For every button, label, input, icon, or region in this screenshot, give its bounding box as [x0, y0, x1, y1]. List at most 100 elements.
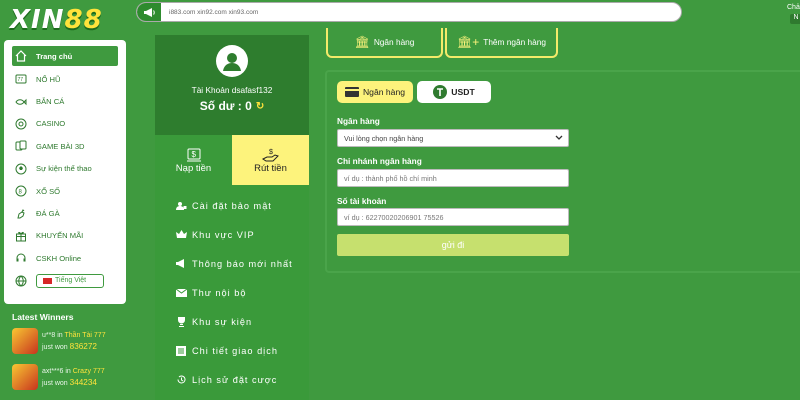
branch-input[interactable]: ví dụ : thành phố hồ chí minh [337, 169, 569, 187]
deposit-icon: $ [186, 148, 201, 161]
account-number-label: Số tài khoản [337, 196, 387, 206]
balance-text: Số dư : 0 [199, 99, 252, 113]
sidebar-item-label: NỔ HŨ [36, 74, 61, 84]
sidebar-item-label: ĐÁ GÀ [36, 209, 60, 219]
sidebar-item-cockfight[interactable]: ĐÁ GÀ [12, 202, 118, 224]
sidebar-item-label: Sự kiện thể thao [36, 164, 92, 174]
sidebar-item-label: XỔ SỐ [36, 186, 61, 196]
sidebar: Trang chủ 77 NỔ HŨ BẮN CÁ CASINO GAME BÀ… [4, 40, 126, 304]
menu-label: Thư nội bộ [192, 287, 247, 298]
latest-winners-title: Latest Winners [12, 312, 74, 322]
svg-text:$: $ [269, 149, 273, 156]
globe-icon [14, 274, 28, 288]
winner-game: Crazy 777 [72, 367, 105, 375]
sidebar-item-label: CASINO [36, 119, 66, 129]
game-thumbnail [12, 364, 38, 390]
winner-game: Thần Tài 777 [64, 331, 106, 339]
bank-select[interactable]: Vui lòng chọn ngân hàng [337, 129, 569, 147]
cards-icon [14, 139, 28, 153]
sidebar-item-support[interactable]: CSKH Online [12, 247, 118, 269]
branch-label: Chi nhánh ngân hàng [337, 156, 422, 166]
bank-select-value: Vui lòng chọn ngân hàng [344, 133, 424, 143]
menu-inbox[interactable]: Thư nội bộ [155, 278, 309, 307]
winner-won-label: just won [42, 379, 68, 387]
winner-won-label: just won [42, 343, 68, 351]
account-number-input[interactable]: ví dụ : 62270020206901 75526 [337, 208, 569, 226]
language-selector[interactable]: Tiếng Việt [36, 273, 104, 288]
sidebar-item-slots[interactable]: 77 NỔ HŨ [12, 68, 118, 90]
crown-icon [175, 229, 187, 241]
menu-security-settings[interactable]: Cài đặt bảo mật [155, 191, 309, 220]
deposit-label: Nạp tiền [175, 162, 212, 174]
tab-bank[interactable]: Ngân hàng [337, 81, 413, 103]
sidebar-item-promotions[interactable]: KHUYẾN MÃI [12, 225, 118, 247]
menu-vip-area[interactable]: Khu vực VIP [155, 220, 309, 249]
menu-transaction-details[interactable]: Chi tiết giao dịch [155, 336, 309, 365]
fish-icon [14, 95, 28, 109]
bank-icon: 🏛 [354, 35, 370, 49]
ball-icon [14, 162, 28, 176]
sidebar-item-label: GAME BÀI 3D [36, 141, 85, 151]
account-header: Tài Khoản dsafasf132 Số dư : 0 ↻ [155, 35, 309, 135]
winner-item: u**8 in Thần Tài 777 just won 836272 [12, 326, 132, 356]
account-name: Tài Khoản dsafasf132 [191, 85, 273, 95]
withdraw-label: Rút tiền [254, 162, 287, 174]
menu-label: Khu sự kiện [192, 316, 253, 327]
sidebar-item-label: BẮN CÁ [36, 97, 65, 107]
withdraw-button[interactable]: $ Rút tiền [232, 135, 309, 185]
menu-label: Lịch sử đặt cược [192, 374, 278, 385]
menu-label: Thông báo mới nhất [192, 258, 293, 269]
sidebar-item-casino[interactable]: CASINO [12, 113, 118, 135]
card-icon [344, 87, 359, 97]
sidebar-item-3d-cards[interactable]: GAME BÀI 3D [12, 135, 118, 157]
top-right-button[interactable]: N [790, 14, 800, 24]
language-label: Tiếng Việt [55, 277, 87, 285]
user-lock-icon [175, 200, 187, 212]
tab-usdt-label: USDT [451, 87, 475, 97]
sidebar-item-label: CSKH Online [36, 253, 82, 263]
svg-text:$: $ [191, 150, 196, 159]
menu-label: Khu vực VIP [192, 229, 255, 240]
add-bank-button[interactable]: 🏛+ Thêm ngân hàng [445, 28, 558, 58]
add-bank-icon: 🏛+ [457, 35, 480, 49]
chevron-down-icon [555, 134, 563, 143]
sidebar-item-lottery[interactable]: 8 XỔ SỐ [12, 180, 118, 202]
logo-text: XIN [10, 5, 65, 35]
casino-icon [14, 117, 28, 131]
account-balance: Số dư : 0 ↻ [200, 99, 264, 113]
menu-events[interactable]: Khu sự kiện [155, 307, 309, 336]
sidebar-item-fishing[interactable]: BẮN CÁ [12, 90, 118, 112]
megaphone-icon [137, 3, 161, 21]
support-icon [14, 251, 28, 265]
winner-amount: 836272 [69, 341, 97, 351]
user-icon [223, 53, 241, 71]
add-bank-label: Thêm ngân hàng [483, 37, 546, 47]
submit-button[interactable]: gửi đi [337, 234, 569, 256]
tab-usdt[interactable]: USDT [417, 81, 491, 103]
announcement-text: i883.com xin92.com xin93.com [169, 8, 259, 16]
trophy-icon [175, 316, 187, 328]
sidebar-item-home[interactable]: Trang chủ [12, 46, 118, 66]
lottery-icon: 8 [14, 184, 28, 198]
deposit-button[interactable]: $ Nạp tiền [155, 135, 232, 185]
menu-bet-history[interactable]: Lịch sử đặt cược [155, 365, 309, 394]
refresh-icon[interactable]: ↻ [256, 101, 264, 112]
rooster-icon [14, 207, 28, 221]
bank-button[interactable]: 🏛 Ngân hàng [326, 28, 443, 58]
account-panel: Tài Khoản dsafasf132 Số dư : 0 ↻ $ Nạp t… [155, 35, 309, 400]
winner-amount: 344234 [69, 377, 97, 387]
top-right-text: Chả [787, 4, 800, 11]
winner-user: axt***6 [42, 367, 64, 375]
slot-icon: 77 [14, 72, 28, 86]
menu-latest-announcements[interactable]: Thông báo mới nhất [155, 249, 309, 278]
sidebar-item-label: Trang chủ [36, 51, 73, 61]
mail-icon [175, 287, 187, 299]
bank-label: Ngân hàng [337, 116, 380, 126]
menu-label: Chi tiết giao dịch [192, 345, 278, 356]
brand-logo[interactable]: XIN88 [10, 4, 118, 36]
home-icon [14, 49, 28, 63]
bank-form-panel: Ngân hàng USDT Ngân hàng Vui lòng chọn n… [325, 70, 800, 273]
bank-button-label: Ngân hàng [373, 37, 415, 47]
tether-icon [433, 85, 448, 99]
sidebar-item-sports[interactable]: Sự kiện thể thao [12, 158, 118, 180]
